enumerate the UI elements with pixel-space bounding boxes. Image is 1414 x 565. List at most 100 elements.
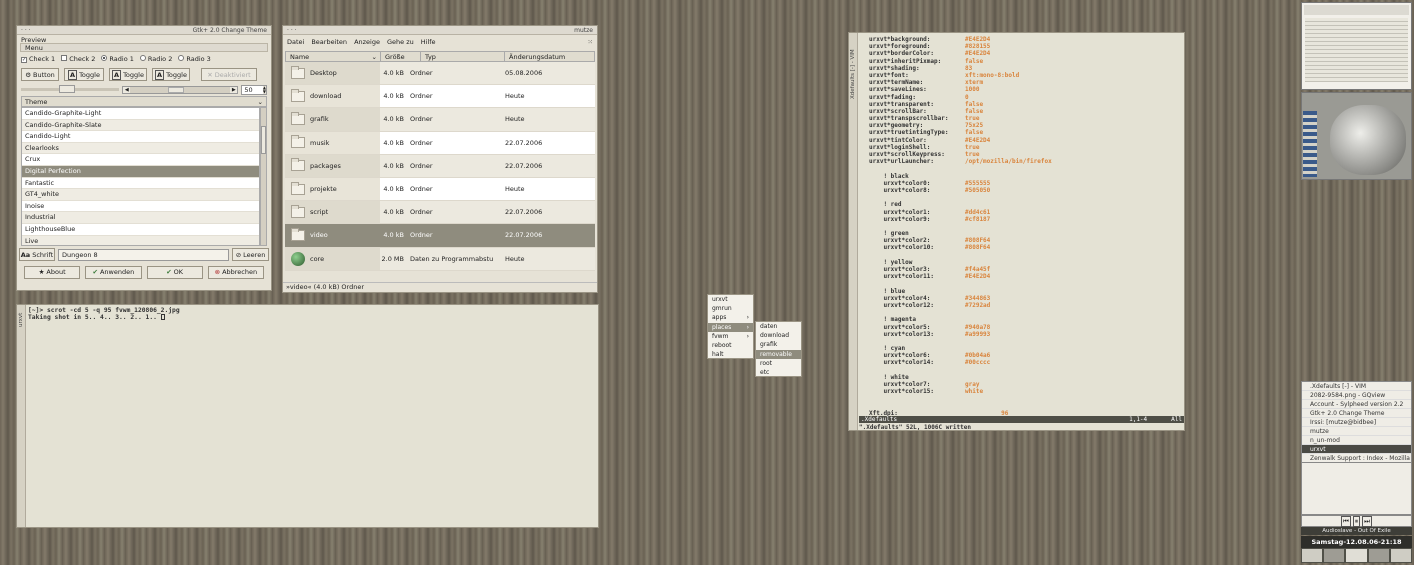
apply-button[interactable]: ✔ Anwenden xyxy=(85,265,142,279)
winlist-item[interactable]: Account - Sylpheed version 2.2 xyxy=(1302,400,1411,409)
submenu-item-grafik[interactable]: grafik xyxy=(756,340,801,349)
menu-bearbeiten[interactable]: Bearbeiten xyxy=(311,38,347,46)
submenu-item-root[interactable]: root xyxy=(756,359,801,368)
hscrollbar[interactable]: ◀ ▶ xyxy=(122,85,239,94)
hscale[interactable] xyxy=(21,85,120,93)
col-size[interactable]: Größe xyxy=(381,52,421,61)
col-date[interactable]: Änderungsdatum xyxy=(505,52,594,61)
desk-4[interactable] xyxy=(1368,549,1389,562)
radio1[interactable]: Radio 1 xyxy=(101,55,134,63)
desk-5[interactable] xyxy=(1390,549,1412,562)
theme-item[interactable]: Inoise xyxy=(22,200,259,213)
scroll-thumb[interactable] xyxy=(261,126,266,154)
winlist-item[interactable]: 2082-9584.png - GQview xyxy=(1302,391,1411,400)
winlist-item[interactable]: .Xdefaults [-] - VIM xyxy=(1302,382,1411,391)
file-row[interactable]: packages 4.0 kB Ordner 22.07.2006 xyxy=(285,154,595,178)
vim-buffer[interactable]: urxvt*background: #E4E2D4 urxvt*foreground… xyxy=(869,36,1052,417)
theme-item[interactable]: GT4_white xyxy=(22,189,259,201)
theme-item[interactable]: LighthouseBlue xyxy=(22,223,259,236)
desk-2[interactable] xyxy=(1324,549,1345,562)
arrow-right-icon[interactable]: ▶ xyxy=(230,86,238,93)
check1[interactable]: ✓ Check 1 xyxy=(21,55,55,63)
cancel-button[interactable]: ⊗ Abbrechen xyxy=(207,265,264,279)
radio3-dot[interactable] xyxy=(178,55,185,61)
window-buttons[interactable]: · · · xyxy=(287,27,297,34)
radio2-dot[interactable] xyxy=(139,55,146,61)
menu-item-gmrun[interactable]: gmrun xyxy=(708,304,753,313)
music-controls[interactable]: ⏮ ⏸ ⏭ xyxy=(1301,515,1412,527)
about-button[interactable]: ★ About xyxy=(24,265,81,279)
pager[interactable] xyxy=(1301,548,1412,563)
file-row[interactable]: core 2.0 MB Daten zu Programmabstu Heute xyxy=(285,247,595,271)
toggle-button-3[interactable]: A Toggle xyxy=(152,68,190,81)
file-row[interactable]: musik 4.0 kB Ordner 22.07.2006 xyxy=(285,131,595,155)
desk-1[interactable] xyxy=(1302,549,1323,562)
preview-button[interactable]: ⚙ Button xyxy=(21,68,59,81)
radio1-dot[interactable] xyxy=(101,55,108,61)
check1-box[interactable]: ✓ xyxy=(21,57,27,63)
spin-arrows-icon[interactable]: ▲ ▼ xyxy=(262,85,266,94)
prev-icon[interactable]: ⏮ xyxy=(1341,515,1351,527)
window-buttons[interactable]: · · · xyxy=(21,27,31,34)
theme-item[interactable]: Live xyxy=(22,235,259,245)
terminal-output[interactable]: [~]> scrot -cd 5 -q 95 fvwm_120806_2.jpg… xyxy=(28,307,180,321)
winlist-item[interactable]: Irssi: [mutze@bidbee] xyxy=(1302,418,1411,427)
submenu-item-etc[interactable]: etc xyxy=(756,368,801,377)
radio2[interactable]: Radio 2 xyxy=(139,55,172,63)
menu-item-reboot[interactable]: reboot xyxy=(708,341,753,350)
file-row[interactable]: grafik 4.0 kB Ordner Heute xyxy=(285,108,595,132)
menu-item-urxvt[interactable]: urxvt xyxy=(708,295,753,304)
file-row[interactable]: download 4.0 kB Ordner Heute xyxy=(285,85,595,109)
toggle-button-1[interactable]: A Toggle xyxy=(64,68,104,81)
theme-item[interactable]: Clearlooks xyxy=(22,142,259,155)
theme-item[interactable]: Fantastic xyxy=(22,177,259,190)
menu-item-halt[interactable]: halt xyxy=(708,350,753,359)
col-type[interactable]: Typ xyxy=(421,52,505,61)
menu-gehe-zu[interactable]: Gehe zu xyxy=(387,38,414,46)
winlist-item[interactable]: Gtk+ 2.0 Change Theme xyxy=(1302,409,1411,418)
clear-button[interactable]: ⊘ Leeren xyxy=(232,248,269,261)
menu-item-apps[interactable]: apps › xyxy=(708,313,753,322)
theme-item[interactable]: Digital Perfection xyxy=(22,165,259,178)
menu-anzeige[interactable]: Anzeige xyxy=(354,38,380,46)
winlist-item[interactable]: n_un-mod xyxy=(1302,436,1411,445)
ok-button[interactable]: ✔ OK xyxy=(146,265,203,279)
check2[interactable]: Check 2 xyxy=(61,55,95,63)
theme-item[interactable]: Crux xyxy=(22,154,259,166)
theme-list[interactable]: Candido-Graphite-Light Candido-Graphite-S… xyxy=(21,107,260,246)
desk-3[interactable] xyxy=(1346,549,1367,562)
fm-titlebar[interactable]: · · · mutze xyxy=(283,26,597,35)
pager-thumb-1[interactable] xyxy=(1301,2,1412,90)
menu-hilfe[interactable]: Hilfe xyxy=(421,38,436,46)
theme-item[interactable]: Candido-Graphite-Light xyxy=(22,108,259,120)
gtk-titlebar[interactable]: · · · Gtk+ 2.0 Change Theme xyxy=(17,26,271,35)
font-field[interactable]: Dungeon 8 xyxy=(58,248,229,261)
file-row[interactable]: video 4.0 kB Ordner 22.07.2006 xyxy=(285,224,595,248)
preview-menu[interactable]: Menu xyxy=(25,44,43,52)
next-icon[interactable]: ⏭ xyxy=(1362,515,1372,527)
pause-icon[interactable]: ⏸ xyxy=(1352,515,1361,527)
check2-box[interactable] xyxy=(61,55,68,61)
file-row[interactable]: projekte 4.0 kB Ordner Heute xyxy=(285,177,595,202)
pager-thumb-2[interactable] xyxy=(1301,92,1412,180)
arrow-left-icon[interactable]: ◀ xyxy=(123,86,131,93)
font-button[interactable]: Aa Schrift xyxy=(19,248,55,261)
file-row[interactable]: script 4.0 kB Ordner 22.07.2006 xyxy=(285,201,595,225)
toggle-button-2[interactable]: A Toggle xyxy=(109,68,147,81)
theme-item[interactable]: Candido-Graphite-Slate xyxy=(22,119,259,132)
winlist-item[interactable]: urxvt xyxy=(1302,445,1411,454)
radio3[interactable]: Radio 3 xyxy=(178,55,211,63)
theme-item[interactable]: Candido-Light xyxy=(22,131,259,143)
submenu-item-daten[interactable]: daten xyxy=(756,322,801,331)
theme-item[interactable]: Industrial xyxy=(22,212,259,224)
submenu-item-removable[interactable]: removable xyxy=(756,349,801,359)
hscroll-thumb[interactable] xyxy=(168,86,185,93)
menu-item-fvwm[interactable]: fvwm › xyxy=(708,332,753,341)
file-row[interactable]: Desktop 4.0 kB Ordner 05.08.2006 xyxy=(285,62,595,86)
hscale-handle[interactable] xyxy=(59,85,75,93)
submenu-item-download[interactable]: download xyxy=(756,331,801,340)
menu-datei[interactable]: Datei xyxy=(287,38,304,46)
col-name[interactable]: Name ⌄ xyxy=(286,52,381,61)
theme-scrollbar[interactable] xyxy=(260,107,267,246)
menu-item-places[interactable]: places › xyxy=(708,322,753,332)
